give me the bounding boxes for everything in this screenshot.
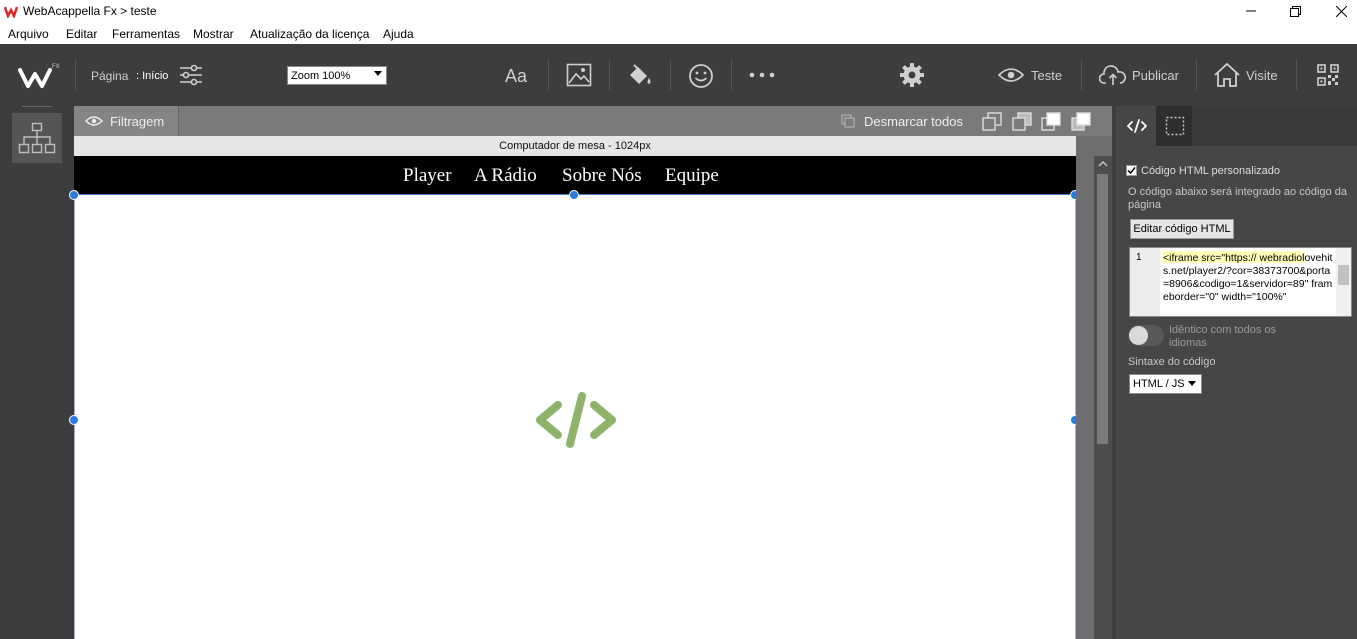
minimize-button[interactable] (1228, 0, 1274, 22)
upload-cloud-icon[interactable] (1099, 64, 1127, 86)
test-button[interactable]: Teste (1031, 68, 1062, 83)
code-icon (1127, 119, 1147, 133)
visit-button[interactable]: Visite (1246, 68, 1278, 83)
nav-item-a-radio[interactable]: A Rádio (474, 165, 537, 187)
eye-icon[interactable] (998, 68, 1024, 82)
nav-item-equipe[interactable]: Equipe (665, 165, 719, 187)
tab-code[interactable] (1116, 106, 1156, 146)
code-text[interactable]: <iframe src="https:// webradiolovehits.n… (1163, 252, 1335, 304)
resize-handle-left[interactable] (69, 415, 79, 425)
settings-sliders-icon[interactable] (179, 64, 203, 86)
syntax-label: Sintaxe do código (1128, 356, 1216, 368)
zoom-select[interactable]: Zoom 100% (287, 66, 387, 85)
app-logo-icon[interactable]: FX (18, 62, 62, 90)
menu-editar[interactable]: Editar (66, 27, 97, 41)
window-title: WebAcappella Fx > teste (23, 4, 157, 18)
home-icon[interactable] (1213, 62, 1241, 88)
syntax-select[interactable]: HTML / JS (1129, 374, 1202, 394)
filter-bar: Filtragem Desmarcar todos (74, 106, 1112, 136)
panel-tabs (1116, 106, 1357, 146)
edit-html-button[interactable]: Editar código HTML (1130, 219, 1234, 239)
text-icon[interactable]: Aa (504, 64, 532, 86)
chevron-up-icon[interactable] (1098, 160, 1108, 168)
gear-icon[interactable] (899, 62, 925, 88)
html-object-selected[interactable] (74, 194, 1076, 639)
page-value[interactable]: : Início (136, 70, 168, 82)
menu-mostrar[interactable]: Mostrar (193, 27, 234, 41)
nav-item-sobre-nos[interactable]: Sobre Nós (562, 165, 642, 187)
image-icon[interactable] (566, 63, 592, 87)
frame-icon (1165, 116, 1185, 136)
scrollbar-thumb[interactable] (1097, 174, 1108, 444)
filter-button[interactable]: Filtragem (74, 106, 179, 136)
send-backward-icon[interactable] (1041, 112, 1061, 131)
custom-html-checkbox[interactable] (1126, 165, 1137, 176)
canvas-gutter (1076, 156, 1094, 639)
left-sidebar (0, 106, 74, 639)
custom-html-label: Código HTML personalizado (1141, 165, 1280, 177)
svg-text:Aa: Aa (505, 66, 528, 86)
page-label: Página (91, 69, 129, 83)
filter-label: Filtragem (110, 114, 165, 129)
tab-frame[interactable] (1156, 106, 1192, 146)
zoom-value: Zoom 100% (291, 70, 351, 82)
canvas-scrollbar[interactable] (1094, 156, 1112, 639)
menu-atualizacao[interactable]: Atualização da licença (250, 27, 369, 41)
svg-text:FX: FX (52, 64, 60, 70)
maximize-button[interactable] (1272, 0, 1318, 22)
sidebar-divider (22, 106, 52, 107)
menu-ferramentas[interactable]: Ferramentas (112, 27, 180, 41)
eye-icon (85, 116, 103, 126)
close-button[interactable] (1318, 0, 1357, 22)
site-navbar[interactable]: Player A Rádio Sobre Nós Equipe (74, 156, 1076, 194)
same-all-languages-label: Idêntico com todos os idiomas (1169, 324, 1277, 349)
title-bar: WebAcappella Fx > teste (0, 0, 1357, 22)
code-editor[interactable]: 1 <iframe src="https:// webradiolovehits… (1129, 247, 1352, 317)
send-to-back-icon[interactable] (1071, 112, 1091, 131)
emoji-icon[interactable] (688, 63, 714, 89)
breakpoint-label: Computador de mesa - 1024px (74, 136, 1076, 156)
chevron-down-icon (374, 71, 382, 76)
line-number: 1 (1136, 252, 1142, 263)
resize-handle-top-left[interactable] (69, 190, 79, 200)
line-gutter: 1 (1130, 248, 1160, 316)
qr-code-icon[interactable] (1317, 64, 1339, 86)
deselect-all-button[interactable]: Desmarcar todos (864, 114, 963, 129)
menu-ajuda[interactable]: Ajuda (383, 27, 414, 41)
checkmark-icon (1127, 167, 1136, 175)
ruler-corner (1076, 136, 1112, 156)
html-code-icon (536, 392, 616, 448)
deselect-icon (841, 114, 855, 128)
properties-panel: Código HTML personalizado O código abaix… (1116, 106, 1357, 639)
paint-bucket-icon[interactable] (626, 63, 654, 87)
code-scrollbar-thumb[interactable] (1338, 265, 1349, 285)
app-logo-icon (4, 6, 18, 18)
same-all-languages-toggle[interactable] (1128, 325, 1164, 346)
resize-handle-top[interactable] (569, 190, 579, 200)
code-scrollbar[interactable] (1336, 248, 1351, 316)
breakpoint-text: Computador de mesa - 1024px (499, 140, 651, 152)
main-toolbar: FX Página : Início Zoom 100% Aa Teste Pu… (0, 44, 1357, 106)
menu-arquivo[interactable]: Arquivo (8, 27, 49, 41)
custom-html-description: O código abaixo será integrado ao código… (1128, 186, 1347, 211)
nav-item-player[interactable]: Player (403, 165, 452, 187)
menu-bar: Arquivo Editar Ferramentas Mostrar Atual… (0, 22, 1357, 44)
toggle-knob (1129, 326, 1148, 345)
more-icon[interactable] (749, 71, 775, 79)
bring-to-front-icon[interactable] (982, 112, 1002, 131)
bring-forward-icon[interactable] (1012, 112, 1032, 131)
sitemap-icon (18, 122, 56, 154)
sitemap-button[interactable] (12, 113, 62, 163)
syntax-value: HTML / JS (1133, 378, 1185, 390)
chevron-down-icon (1188, 381, 1196, 386)
publish-button[interactable]: Publicar (1132, 68, 1179, 83)
